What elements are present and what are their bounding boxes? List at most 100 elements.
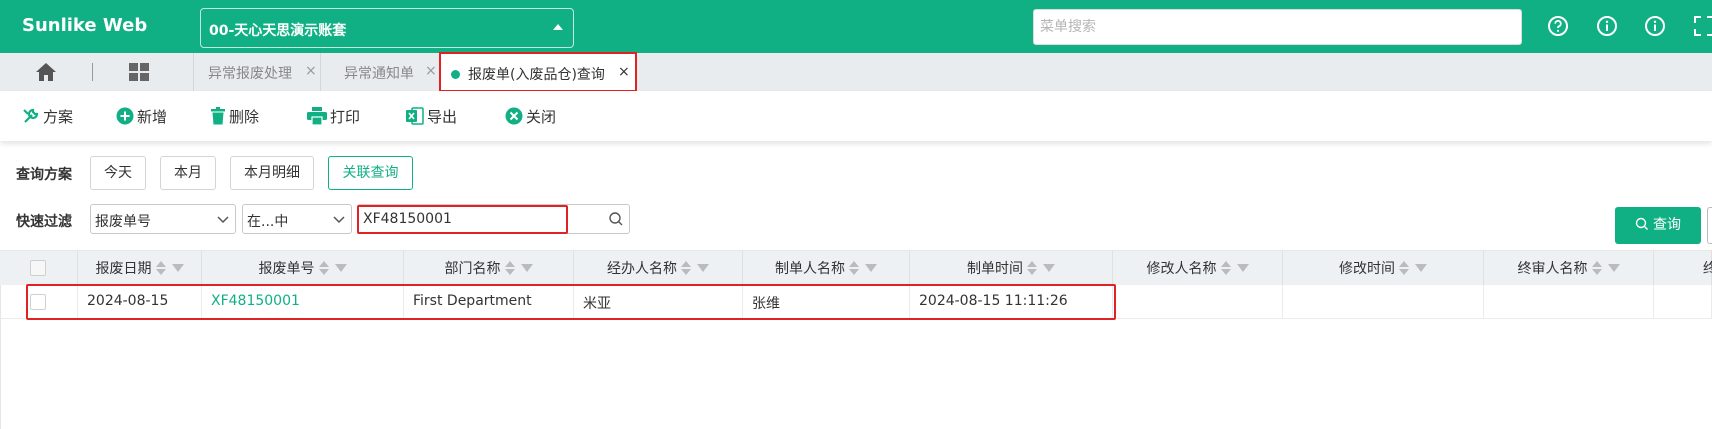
- sort-icon[interactable]: [155, 261, 166, 275]
- filter-icon[interactable]: [1607, 264, 1620, 272]
- column-header[interactable]: 报废单号: [202, 251, 404, 285]
- row-highlight-box: [26, 284, 1116, 320]
- sort-icon[interactable]: [1220, 261, 1231, 275]
- print-label: 打印: [330, 107, 361, 126]
- column-header-label: 终审人名称: [1517, 261, 1588, 277]
- filter-field-value: 报废单号: [95, 214, 151, 230]
- column-header-label: 经办人名称: [607, 261, 677, 277]
- menu-search-input[interactable]: [1033, 9, 1522, 45]
- scheme-button[interactable]: 方案: [22, 105, 73, 127]
- chevron-down-icon: [333, 216, 345, 224]
- query-scheme-label: 查询方案: [16, 167, 72, 183]
- account-selector[interactable]: 00-天心天思演示账套: [200, 8, 574, 48]
- sort-icon[interactable]: [849, 261, 859, 275]
- search-button-label: 查询: [1653, 217, 1681, 233]
- help-circle-icon[interactable]: [1547, 15, 1569, 37]
- close-icon[interactable]: ×: [618, 64, 630, 80]
- cell-modified-at: [1283, 285, 1484, 319]
- caret-up-icon: [553, 24, 563, 30]
- filter-icon[interactable]: [697, 264, 709, 272]
- sort-icon[interactable]: [1027, 261, 1037, 275]
- grid-apps-icon[interactable]: [128, 62, 150, 82]
- column-header-label: 部门名称: [444, 261, 501, 277]
- column-header[interactable]: 制单时间: [910, 251, 1113, 285]
- tab-label: 报废单(入废品仓)查询: [468, 67, 605, 83]
- export-button[interactable]: 导出: [406, 105, 457, 127]
- plus-circle-icon: [116, 107, 134, 125]
- column-header-label: 修改时间: [1339, 261, 1395, 277]
- tab-divider: [92, 63, 93, 81]
- select-all-header: [0, 251, 78, 285]
- select-all-checkbox[interactable]: [30, 260, 46, 276]
- fullscreen-icon[interactable]: [1693, 15, 1712, 37]
- excel-icon: [406, 107, 424, 125]
- wrench-icon: [23, 108, 39, 123]
- scheme-label: 方案: [43, 107, 74, 126]
- chevron-down-icon: [217, 216, 229, 224]
- tab-label: 异常报废处理: [208, 66, 292, 82]
- this-month-button[interactable]: 本月: [160, 156, 216, 190]
- filter-operator-value: 在...中: [247, 214, 289, 230]
- today-button[interactable]: 今天: [90, 156, 146, 190]
- app-logo: Sunlike Web: [22, 15, 148, 36]
- column-header-label: 终: [1703, 261, 1712, 277]
- delete-button[interactable]: 删除: [210, 105, 259, 127]
- sort-icon[interactable]: [681, 261, 691, 275]
- filter-icon[interactable]: [171, 264, 184, 272]
- sort-icon[interactable]: [1399, 261, 1409, 275]
- column-header[interactable]: 制单人名称: [743, 251, 910, 285]
- sort-icon[interactable]: [318, 261, 329, 275]
- tab-abnormal-notice[interactable]: 异常通知单 ×: [320, 53, 439, 91]
- filter-icon[interactable]: [1236, 264, 1249, 272]
- search-button[interactable]: 查询: [1615, 207, 1701, 244]
- add-label: 新增: [137, 107, 168, 126]
- column-header[interactable]: 经办人名称: [574, 251, 743, 285]
- tab-abnormal-scrap[interactable]: 异常报废处理 ×: [193, 53, 319, 91]
- cell-final-approver: [1484, 285, 1654, 319]
- close-icon[interactable]: ×: [425, 63, 437, 79]
- sort-icon[interactable]: [504, 261, 515, 275]
- info-icon[interactable]: [1644, 15, 1666, 37]
- active-dot-icon: [451, 70, 460, 79]
- top-bar: Sunlike Web 00-天心天思演示账套: [0, 0, 1712, 53]
- info-icon[interactable]: [1596, 15, 1618, 37]
- search-icon[interactable]: [608, 211, 624, 227]
- linked-query-button[interactable]: 关联查询: [328, 156, 413, 190]
- column-header[interactable]: 报废日期: [78, 251, 202, 285]
- close-label: 关闭: [526, 107, 557, 126]
- column-header[interactable]: 修改时间: [1283, 251, 1484, 285]
- filter-icon[interactable]: [1415, 264, 1427, 272]
- tab-label: 异常通知单: [344, 66, 414, 82]
- column-header[interactable]: 终: [1654, 251, 1712, 285]
- column-header[interactable]: 修改人名称: [1113, 251, 1283, 285]
- printer-icon: [307, 107, 327, 125]
- filter-icon[interactable]: [1043, 264, 1055, 272]
- filter-icon[interactable]: [520, 264, 533, 272]
- month-detail-button[interactable]: 本月明细: [230, 156, 314, 190]
- delete-label: 删除: [229, 107, 260, 126]
- column-header[interactable]: 部门名称: [404, 251, 574, 285]
- cell-extra: [1654, 285, 1712, 319]
- sort-icon[interactable]: [1591, 261, 1602, 275]
- account-label: 00-天心天思演示账套: [209, 23, 347, 39]
- quick-filter-label: 快速过滤: [16, 214, 72, 230]
- tab-scrap-query[interactable]: 报废单(入废品仓)查询 ×: [439, 52, 637, 92]
- column-header-label: 报废日期: [95, 261, 152, 277]
- filter-icon[interactable]: [334, 264, 347, 272]
- column-header-label: 报废单号: [258, 261, 315, 277]
- add-button[interactable]: 新增: [116, 105, 167, 127]
- filter-field-select[interactable]: 报废单号: [90, 204, 236, 234]
- trash-icon: [211, 107, 225, 125]
- toolbar: 方案 新增 删除 打印 导出 关闭: [0, 91, 1712, 141]
- column-header-label: 制单时间: [967, 261, 1023, 277]
- tab-bar: 异常报废处理 × 异常通知单 × 报废单(入废品仓)查询 ×: [0, 52, 1712, 92]
- more-button[interactable]: [1707, 207, 1712, 244]
- print-button[interactable]: 打印: [307, 105, 360, 127]
- filter-operator-select[interactable]: 在...中: [242, 204, 352, 234]
- home-icon[interactable]: [34, 61, 58, 83]
- column-header[interactable]: 终审人名称: [1484, 251, 1654, 285]
- cell-modifier: [1113, 285, 1283, 319]
- close-icon[interactable]: ×: [305, 63, 317, 79]
- close-page-button[interactable]: 关闭: [505, 105, 556, 127]
- filter-icon[interactable]: [865, 264, 877, 272]
